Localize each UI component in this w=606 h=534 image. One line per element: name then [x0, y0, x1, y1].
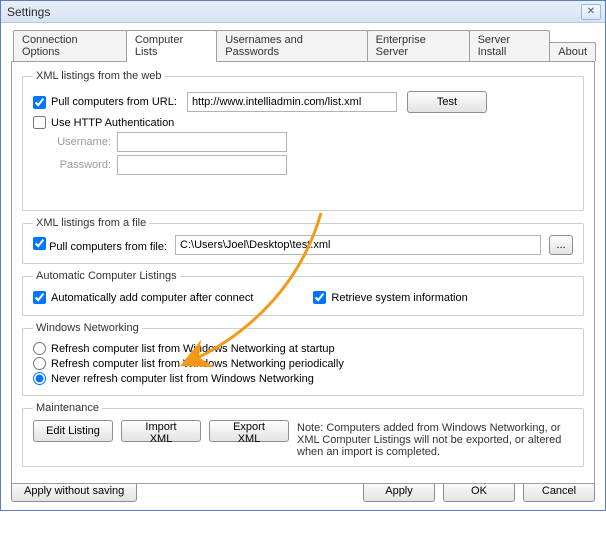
- close-icon[interactable]: ✕: [581, 4, 601, 20]
- import-xml-button[interactable]: Import XML: [121, 420, 201, 442]
- radio-never-refresh-label: Never refresh computer list from Windows…: [51, 373, 314, 385]
- radio-refresh-startup[interactable]: Refresh computer list from Windows Netwo…: [33, 342, 335, 355]
- radio-refresh-periodic[interactable]: Refresh computer list from Windows Netwo…: [33, 357, 344, 370]
- pull-file-checkbox[interactable]: Pull computers from file:: [33, 237, 167, 253]
- tab-server-install[interactable]: Server Install: [469, 30, 551, 61]
- auto-add-label: Automatically add computer after connect: [51, 292, 253, 304]
- pull-url-checkbox[interactable]: Pull computers from URL:: [33, 96, 177, 109]
- retrieve-info-label: Retrieve system information: [331, 292, 467, 304]
- use-auth-label: Use HTTP Authentication: [51, 117, 174, 129]
- radio-refresh-startup-input[interactable]: [33, 342, 46, 355]
- group-web-legend: XML listings from the web: [33, 70, 165, 82]
- auto-add-checkbox[interactable]: Automatically add computer after connect: [33, 291, 253, 304]
- tab-about[interactable]: About: [549, 42, 596, 61]
- use-auth-checkbox-input[interactable]: [33, 116, 46, 129]
- content-area: Connection Options Computer Lists Userna…: [1, 23, 605, 510]
- radio-never-refresh-input[interactable]: [33, 372, 46, 385]
- radio-refresh-periodic-input[interactable]: [33, 357, 46, 370]
- retrieve-info-checkbox-input[interactable]: [313, 291, 326, 304]
- username-input[interactable]: [117, 132, 287, 152]
- group-auto-listings: Automatic Computer Listings Automaticall…: [22, 270, 584, 316]
- group-web-listings: XML listings from the web Pull computers…: [22, 70, 584, 211]
- export-xml-button[interactable]: Export XML: [209, 420, 289, 442]
- pull-url-label: Pull computers from URL:: [51, 96, 177, 108]
- auto-add-checkbox-input[interactable]: [33, 291, 46, 304]
- password-input[interactable]: [117, 155, 287, 175]
- window-title: Settings: [7, 5, 581, 19]
- browse-button[interactable]: ...: [549, 235, 573, 255]
- group-file-listings: XML listings from a file Pull computers …: [22, 217, 584, 264]
- group-auto-legend: Automatic Computer Listings: [33, 270, 180, 282]
- pull-url-checkbox-input[interactable]: [33, 96, 46, 109]
- group-windows-networking: Windows Networking Refresh computer list…: [22, 322, 584, 396]
- settings-window: Settings ✕ Connection Options Computer L…: [0, 0, 606, 511]
- tab-computer-lists[interactable]: Computer Lists: [126, 30, 217, 62]
- pull-file-checkbox-input[interactable]: [33, 237, 46, 250]
- tab-usernames-passwords[interactable]: Usernames and Passwords: [216, 30, 367, 61]
- test-button[interactable]: Test: [407, 91, 487, 113]
- group-maint-legend: Maintenance: [33, 402, 102, 414]
- group-file-legend: XML listings from a file: [33, 217, 149, 229]
- pull-file-label: Pull computers from file:: [49, 241, 167, 253]
- radio-refresh-periodic-label: Refresh computer list from Windows Netwo…: [51, 358, 344, 370]
- group-maintenance: Maintenance Edit Listing Import XML Expo…: [22, 402, 584, 467]
- edit-listing-button[interactable]: Edit Listing: [33, 420, 113, 442]
- use-auth-checkbox[interactable]: Use HTTP Authentication: [33, 116, 174, 129]
- password-label: Password:: [53, 159, 111, 171]
- tab-connection-options[interactable]: Connection Options: [13, 30, 127, 61]
- tabstrip: Connection Options Computer Lists Userna…: [13, 29, 595, 61]
- titlebar: Settings ✕: [1, 1, 605, 23]
- file-path-input[interactable]: [175, 235, 541, 255]
- group-winnet-legend: Windows Networking: [33, 322, 142, 334]
- radio-refresh-startup-label: Refresh computer list from Windows Netwo…: [51, 343, 335, 355]
- tabpanel-computer-lists: XML listings from the web Pull computers…: [11, 61, 595, 484]
- tab-enterprise-server[interactable]: Enterprise Server: [367, 30, 470, 61]
- url-input[interactable]: [187, 92, 397, 112]
- username-label: Username:: [53, 136, 111, 148]
- retrieve-info-checkbox[interactable]: Retrieve system information: [313, 291, 467, 304]
- radio-never-refresh[interactable]: Never refresh computer list from Windows…: [33, 372, 314, 385]
- maintenance-note: Note: Computers added from Windows Netwo…: [297, 420, 573, 458]
